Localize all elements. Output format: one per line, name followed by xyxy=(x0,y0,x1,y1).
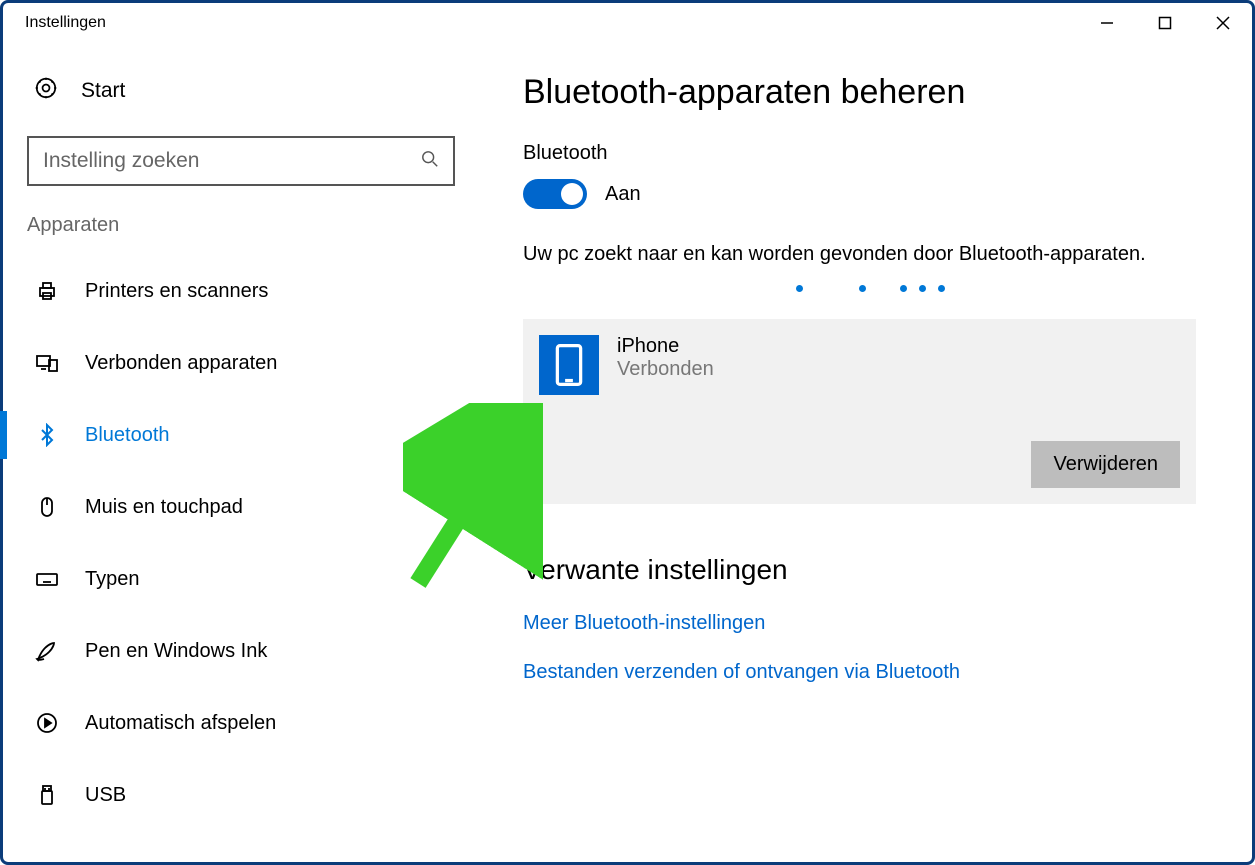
main-panel: Bluetooth-apparaten beheren Bluetooth Aa… xyxy=(473,43,1252,862)
minimize-button[interactable] xyxy=(1078,3,1136,43)
sidebar-item-label: Verbonden apparaten xyxy=(85,352,277,375)
sidebar-item-mouse-touchpad[interactable]: Muis en touchpad xyxy=(3,471,473,543)
link-more-bluetooth-settings[interactable]: Meer Bluetooth-instellingen xyxy=(523,612,1196,635)
keyboard-icon xyxy=(33,567,61,591)
window-controls xyxy=(1078,3,1252,43)
toggle-state-label: Aan xyxy=(605,183,641,206)
bluetooth-icon xyxy=(33,423,61,447)
sidebar-item-pen-ink[interactable]: Pen en Windows Ink xyxy=(3,615,473,687)
devices-icon xyxy=(33,351,61,375)
printer-icon xyxy=(33,279,61,303)
device-card-iphone[interactable]: iPhone Verbonden Verwijderen xyxy=(523,319,1196,504)
sidebar-item-printers[interactable]: Printers en scanners xyxy=(3,255,473,327)
remove-device-button[interactable]: Verwijderen xyxy=(1031,441,1180,488)
close-button[interactable] xyxy=(1194,3,1252,43)
sidebar-item-label: Printers en scanners xyxy=(85,280,268,303)
bluetooth-toggle[interactable] xyxy=(523,179,587,209)
page-title: Bluetooth-apparaten beheren xyxy=(523,73,1196,112)
mouse-icon xyxy=(33,495,61,519)
pen-icon xyxy=(33,639,61,663)
sidebar-item-typing[interactable]: Typen xyxy=(3,543,473,615)
usb-icon xyxy=(33,783,61,807)
search-icon xyxy=(421,150,439,173)
related-settings-heading: Verwante instellingen xyxy=(523,554,1196,586)
sidebar-item-autoplay[interactable]: Automatisch afspelen xyxy=(3,687,473,759)
category-label: Apparaten xyxy=(3,210,473,255)
sidebar-item-label: USB xyxy=(85,784,126,807)
link-send-receive-files[interactable]: Bestanden verzenden of ontvangen via Blu… xyxy=(523,661,1196,684)
sidebar-item-label: Bluetooth xyxy=(85,424,170,447)
sidebar-item-label: Automatisch afspelen xyxy=(85,712,276,735)
search-input[interactable] xyxy=(43,149,421,173)
bluetooth-label: Bluetooth xyxy=(523,142,1196,165)
gear-icon xyxy=(33,75,59,106)
sidebar-item-label: Pen en Windows Ink xyxy=(85,640,267,663)
start-label: Start xyxy=(81,79,125,103)
progress-dots xyxy=(523,279,1196,299)
start-button[interactable]: Start xyxy=(3,63,473,126)
sidebar: Start Apparaten Printers en scanners Ver… xyxy=(3,43,473,862)
device-status: Verbonden xyxy=(617,358,714,381)
sidebar-item-label: Muis en touchpad xyxy=(85,496,243,519)
maximize-button[interactable] xyxy=(1136,3,1194,43)
titlebar: Instellingen xyxy=(3,3,1252,43)
sidebar-item-label: Typen xyxy=(85,568,139,591)
sidebar-item-bluetooth[interactable]: Bluetooth xyxy=(3,399,473,471)
search-input-wrap[interactable] xyxy=(27,136,455,186)
phone-icon xyxy=(539,335,599,395)
sidebar-item-connected-devices[interactable]: Verbonden apparaten xyxy=(3,327,473,399)
scan-status-text: Uw pc zoekt naar en kan worden gevonden … xyxy=(523,239,1196,269)
sidebar-item-usb[interactable]: USB xyxy=(3,759,473,831)
device-name: iPhone xyxy=(617,335,714,358)
window-title: Instellingen xyxy=(25,14,106,32)
autoplay-icon xyxy=(33,711,61,735)
